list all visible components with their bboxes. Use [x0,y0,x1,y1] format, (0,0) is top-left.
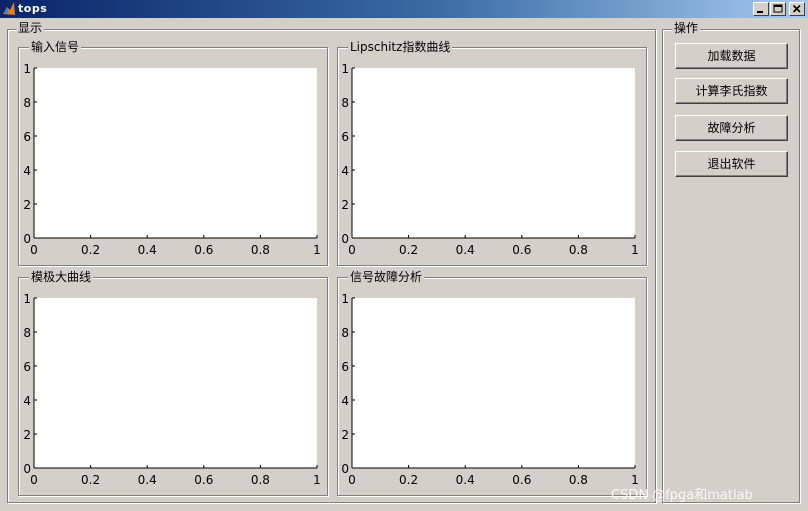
y-tick-label-lipschitz-curve: 2 [341,198,349,212]
x-tick-label-input-signal: 0.8 [251,243,270,257]
fault-analysis-button[interactable]: 故障分析 [675,115,788,141]
x-tick-label-input-signal: 1 [313,243,321,257]
y-tick-label-input-signal: 2 [23,198,31,212]
axes-area-signal-fault-analysis [352,298,635,468]
y-tick-label-lipschitz-curve: 0 [341,232,349,246]
app-window: tops 显示 输入信号 Lipschitz指数曲线 模极大曲线 信号故障分析 … [0,0,808,511]
x-tick-label-lipschitz-curve: 1 [631,243,639,257]
y-tick-label-modulus-max-curve: 2 [23,428,31,442]
y-tick-label-signal-fault-analysis: 2 [341,428,349,442]
x-tick-label-lipschitz-curve: 0 [348,243,356,257]
x-tick-label-modulus-max-curve: 1 [313,473,321,487]
x-tick-label-modulus-max-curve: 0 [30,473,38,487]
compute-lipschitz-button[interactable]: 计算李氏指数 [675,78,788,104]
x-tick-label-signal-fault-analysis: 0.2 [399,473,418,487]
axes-area-lipschitz-curve [352,68,635,238]
y-tick-label-signal-fault-analysis: 1 [341,292,349,306]
y-tick-label-input-signal: 1 [23,62,31,76]
y-tick-label-input-signal: 4 [23,164,31,178]
x-tick-label-modulus-max-curve: 0.2 [81,473,100,487]
y-tick-label-signal-fault-analysis: 4 [341,394,349,408]
x-tick-label-modulus-max-curve: 0.4 [138,473,157,487]
x-tick-label-input-signal: 0.4 [138,243,157,257]
exit-button[interactable]: 退出软件 [675,151,788,177]
y-tick-label-input-signal: 8 [23,96,31,110]
y-tick-label-modulus-max-curve: 0 [23,462,31,476]
x-tick-label-modulus-max-curve: 0.6 [194,473,213,487]
x-tick-label-input-signal: 0.2 [81,243,100,257]
x-tick-label-lipschitz-curve: 0.8 [569,243,588,257]
load-data-button[interactable]: 加载数据 [675,43,788,69]
y-tick-label-modulus-max-curve: 1 [23,292,31,306]
y-tick-label-modulus-max-curve: 8 [23,326,31,340]
y-tick-label-signal-fault-analysis: 6 [341,360,349,374]
x-tick-label-signal-fault-analysis: 0.8 [569,473,588,487]
x-tick-label-signal-fault-analysis: 0.6 [512,473,531,487]
y-tick-label-signal-fault-analysis: 8 [341,326,349,340]
y-tick-label-modulus-max-curve: 6 [23,360,31,374]
y-tick-label-signal-fault-analysis: 0 [341,462,349,476]
y-tick-label-modulus-max-curve: 4 [23,394,31,408]
y-tick-label-input-signal: 6 [23,130,31,144]
x-tick-label-lipschitz-curve: 0.2 [399,243,418,257]
x-tick-label-input-signal: 0.6 [194,243,213,257]
y-tick-label-lipschitz-curve: 8 [341,96,349,110]
x-tick-label-input-signal: 0 [30,243,38,257]
x-tick-label-lipschitz-curve: 0.4 [456,243,475,257]
y-tick-label-lipschitz-curve: 4 [341,164,349,178]
x-tick-label-modulus-max-curve: 0.8 [251,473,270,487]
axes-area-input-signal [34,68,317,238]
y-tick-label-lipschitz-curve: 1 [341,62,349,76]
x-tick-label-signal-fault-analysis: 0.4 [456,473,475,487]
x-tick-label-lipschitz-curve: 0.6 [512,243,531,257]
axes-area-modulus-max-curve [34,298,317,468]
y-tick-label-lipschitz-curve: 6 [341,130,349,144]
operations-panel-title: 操作 [672,21,701,35]
y-tick-label-input-signal: 0 [23,232,31,246]
x-tick-label-signal-fault-analysis: 0 [348,473,356,487]
watermark: CSDN @fpga和matlab [611,488,753,503]
